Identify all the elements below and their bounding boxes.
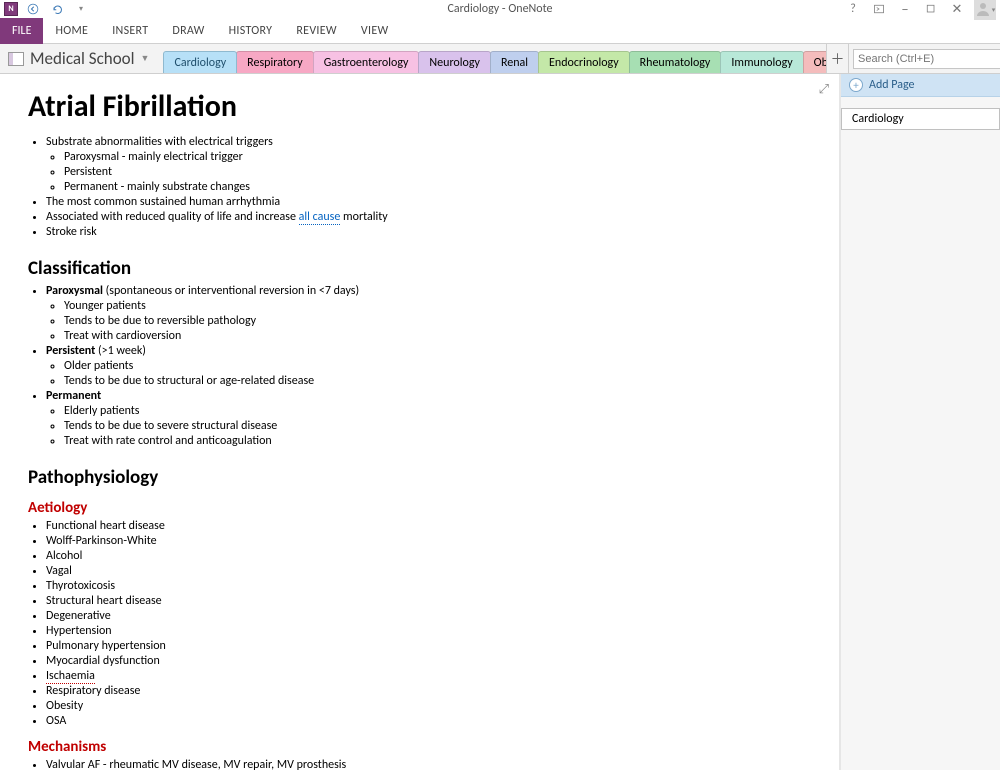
title-bar: N ▾ Cardiology - OneNote ? − ✕ ▾ (0, 0, 1000, 18)
search-input[interactable] (853, 49, 1000, 69)
section-tab[interactable]: Gastroenterology (313, 51, 420, 73)
spellcheck-link[interactable]: all cause (299, 210, 341, 225)
ribbon-tab-history[interactable]: HISTORY (217, 18, 285, 44)
ribbon-tab-insert[interactable]: INSERT (100, 18, 160, 44)
app-icon: N (4, 2, 18, 16)
classification-list[interactable]: Paroxysmal (spontaneous or interventiona… (46, 284, 811, 448)
section-tab[interactable]: Endocrinology (538, 51, 630, 73)
list-item[interactable]: Degenerative (46, 609, 811, 623)
notebook-name: Medical School (30, 48, 135, 69)
list-item[interactable]: Tends to be due to severe structural dis… (64, 419, 811, 433)
file-tab[interactable]: FILE (0, 18, 43, 44)
page-item[interactable]: Cardiology (841, 108, 1000, 130)
expand-page-icon[interactable]: ⤢ (819, 82, 829, 97)
list-item[interactable]: Structural heart disease (46, 594, 811, 608)
list-item[interactable]: Treat with rate control and anticoagulat… (64, 434, 811, 448)
search-box[interactable]: 🔍 ▾ (848, 44, 1000, 73)
ribbon-tab-draw[interactable]: DRAW (160, 18, 216, 44)
list-item[interactable]: Hypertension (46, 624, 811, 638)
ribbon: FILE HOME INSERT DRAW HISTORY REVIEW VIE… (0, 18, 1000, 44)
list-item[interactable]: Tends to be due to structural or age-rel… (64, 374, 811, 388)
section-tab[interactable]: Neurology (418, 51, 491, 73)
spellcheck-error[interactable]: Ischaemia (46, 669, 95, 684)
maximize-button[interactable] (922, 1, 940, 17)
list-item[interactable]: Paroxysmal (spontaneous or interventiona… (46, 284, 811, 343)
intro-list[interactable]: Substrate abnormalities with electrical … (46, 135, 811, 239)
heading-aetiology[interactable]: Aetiology (28, 499, 811, 517)
heading-mechanisms[interactable]: Mechanisms (28, 738, 811, 756)
qat-customize-button[interactable]: ▾ (72, 1, 90, 17)
heading-classification[interactable]: Classification (28, 257, 811, 280)
list-item[interactable]: Elderly patients (64, 404, 811, 418)
list-item[interactable]: Respiratory disease (46, 684, 811, 698)
list-item[interactable]: Thyrotoxicosis (46, 579, 811, 593)
account-avatar[interactable]: ▾ (974, 0, 996, 20)
undo-button[interactable] (48, 1, 66, 17)
close-button[interactable]: ✕ (948, 1, 966, 17)
list-item[interactable]: OSA (46, 714, 811, 728)
list-item[interactable]: Paroxysmal - mainly electrical trigger (64, 150, 811, 164)
ribbon-tab-view[interactable]: VIEW (349, 18, 401, 44)
section-tab[interactable]: Cardiology (163, 51, 237, 73)
back-button[interactable] (24, 1, 42, 17)
list-item[interactable]: Substrate abnormalities with electrical … (46, 135, 811, 194)
list-item[interactable]: Older patients (64, 359, 811, 373)
aetiology-list[interactable]: Functional heart diseaseWolff-Parkinson-… (46, 519, 811, 728)
list-item[interactable]: Vagal (46, 564, 811, 578)
minimize-button[interactable]: − (896, 1, 914, 17)
page-pane: + Add Page Cardiology (840, 74, 1000, 770)
section-tab[interactable]: Respiratory (236, 51, 314, 73)
list-item[interactable]: Pulmonary hypertension (46, 639, 811, 653)
page-title[interactable]: Atrial Fibrillation (28, 88, 811, 125)
section-bar: Medical School ▼ CardiologyRespiratoryGa… (0, 44, 1000, 74)
section-tab[interactable]: Obstetrics (803, 51, 826, 73)
ribbon-tab-home[interactable]: HOME (43, 18, 100, 44)
list-item[interactable]: Associated with reduced quality of life … (46, 210, 811, 224)
section-tab[interactable]: Renal (490, 51, 539, 73)
list-item[interactable]: Functional heart disease (46, 519, 811, 533)
chevron-down-icon: ▼ (141, 53, 150, 64)
list-item[interactable]: Treat with cardioversion (64, 329, 811, 343)
list-item[interactable]: Valvular AF - rheumatic MV disease, MV r… (46, 758, 811, 770)
mechanisms-list[interactable]: Valvular AF - rheumatic MV disease, MV r… (46, 758, 811, 770)
list-item[interactable]: Myocardial dysfunction (46, 654, 811, 668)
fullpage-icon[interactable] (870, 1, 888, 17)
list-item[interactable]: The most common sustained human arrhythm… (46, 195, 811, 209)
list-item[interactable]: Ischaemia (46, 669, 811, 683)
list-item[interactable]: Alcohol (46, 549, 811, 563)
section-tab[interactable]: Immunology (720, 51, 803, 73)
list-item[interactable]: Stroke risk (46, 225, 811, 239)
list-item[interactable]: Younger patients (64, 299, 811, 313)
notebook-icon (8, 52, 24, 66)
section-tab[interactable]: Rheumatology (629, 51, 722, 73)
help-icon[interactable]: ? (844, 1, 862, 17)
list-item[interactable]: Persistent (64, 165, 811, 179)
page-editor[interactable]: ⤢ Atrial Fibrillation Substrate abnormal… (0, 74, 840, 770)
list-item[interactable]: Wolff-Parkinson-White (46, 534, 811, 548)
list-item[interactable]: Persistent (>1 week)Older patientsTends … (46, 344, 811, 388)
list-item[interactable]: PermanentElderly patientsTends to be due… (46, 389, 811, 448)
add-section-button[interactable]: ＋ (826, 44, 848, 73)
list-item[interactable]: Obesity (46, 699, 811, 713)
ribbon-tab-review[interactable]: REVIEW (284, 18, 349, 44)
notebook-dropdown[interactable]: Medical School ▼ (0, 44, 159, 73)
list-item[interactable]: Tends to be due to reversible pathology (64, 314, 811, 328)
list-item[interactable]: Permanent - mainly substrate changes (64, 180, 811, 194)
heading-pathophysiology[interactable]: Pathophysiology (28, 466, 811, 489)
plus-icon: + (849, 78, 863, 92)
add-page-button[interactable]: + Add Page (841, 74, 1000, 97)
